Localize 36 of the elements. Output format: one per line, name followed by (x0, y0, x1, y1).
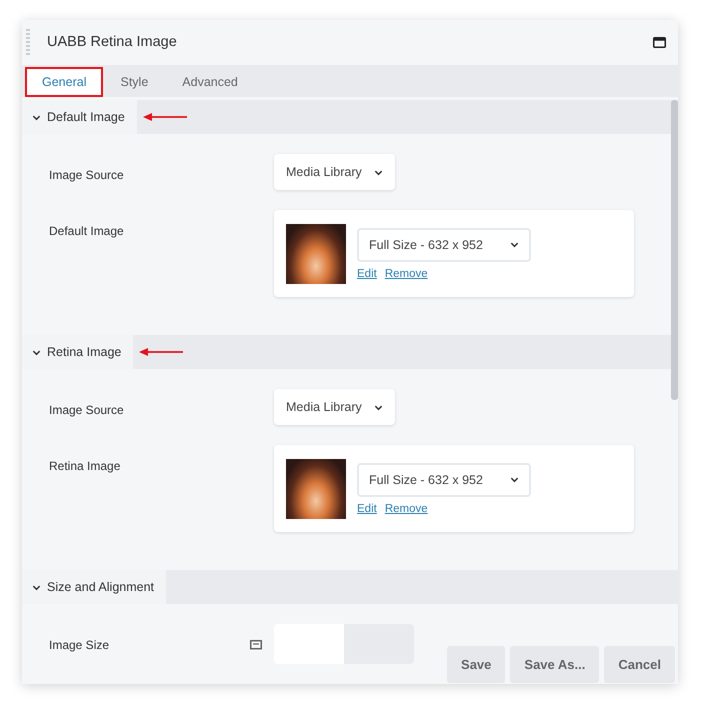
caret-icon (374, 402, 383, 412)
footer-button[interactable]: Save As... (510, 646, 600, 683)
image-link[interactable]: Edit (357, 500, 377, 518)
monitor-icon[interactable] (250, 640, 262, 650)
tab[interactable]: General (25, 67, 104, 97)
image-link[interactable]: Edit (357, 266, 377, 283)
field-label: Image Size (49, 637, 110, 654)
source-dropdown[interactable]: Media Library (274, 389, 395, 425)
chevron-icon (32, 348, 41, 356)
section-header[interactable]: Retina Image (22, 335, 134, 369)
section-header[interactable]: Default Image (22, 100, 137, 134)
chevron-icon (32, 582, 41, 592)
caret-icon (510, 240, 519, 250)
size-dropdown[interactable]: Full Size - 632 x 952 (357, 228, 531, 262)
photo-placeholder (286, 224, 346, 284)
field-label: Image Source (49, 167, 125, 184)
section-header[interactable]: Size and Alignment (22, 570, 166, 604)
caret-icon (374, 168, 383, 176)
footer-button[interactable]: Cancel (604, 646, 675, 683)
window-title: UABB Retina Image (47, 32, 178, 52)
caret-icon (510, 475, 519, 484)
chevron-icon (32, 112, 41, 122)
tab[interactable]: Advanced (165, 67, 255, 97)
field-label: Retina Image (49, 458, 122, 475)
size-dropdown[interactable]: Full Size - 632 x 952 (357, 463, 531, 497)
field-label: Default Image (49, 223, 125, 240)
source-dropdown[interactable]: Media Library (274, 154, 395, 190)
field-label: Image Source (49, 402, 125, 419)
maximize-icon[interactable] (653, 37, 666, 48)
image-link[interactable]: Remove (384, 266, 428, 283)
tab[interactable]: Style (103, 67, 166, 97)
drag-handle[interactable] (26, 28, 30, 56)
image-link[interactable]: Remove (384, 500, 428, 518)
footer-button[interactable]: Save (447, 646, 506, 683)
scrollbar[interactable] (671, 100, 678, 400)
photo-placeholder (286, 459, 346, 519)
